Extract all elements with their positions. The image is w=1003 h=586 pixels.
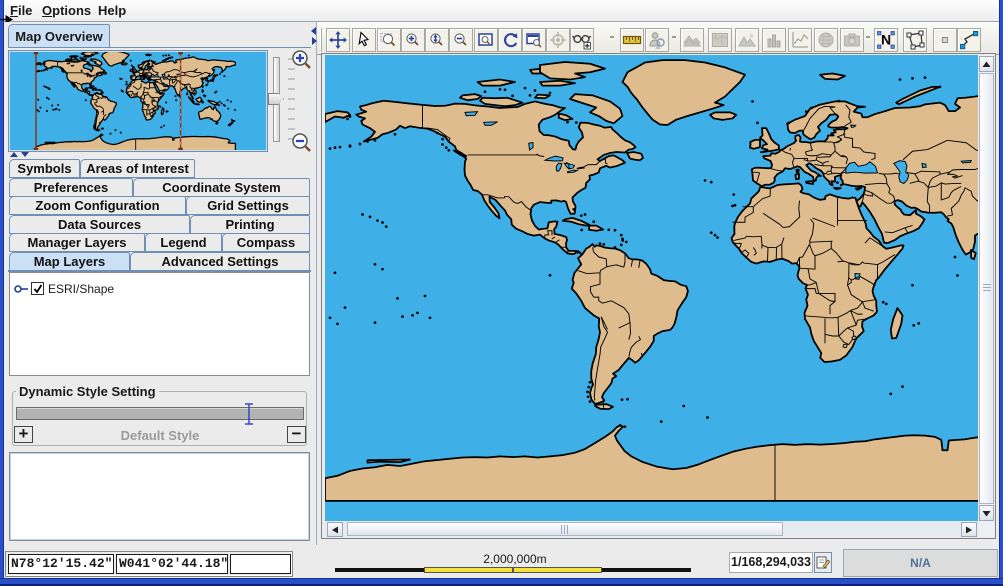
- svg-text:N: N: [881, 32, 891, 48]
